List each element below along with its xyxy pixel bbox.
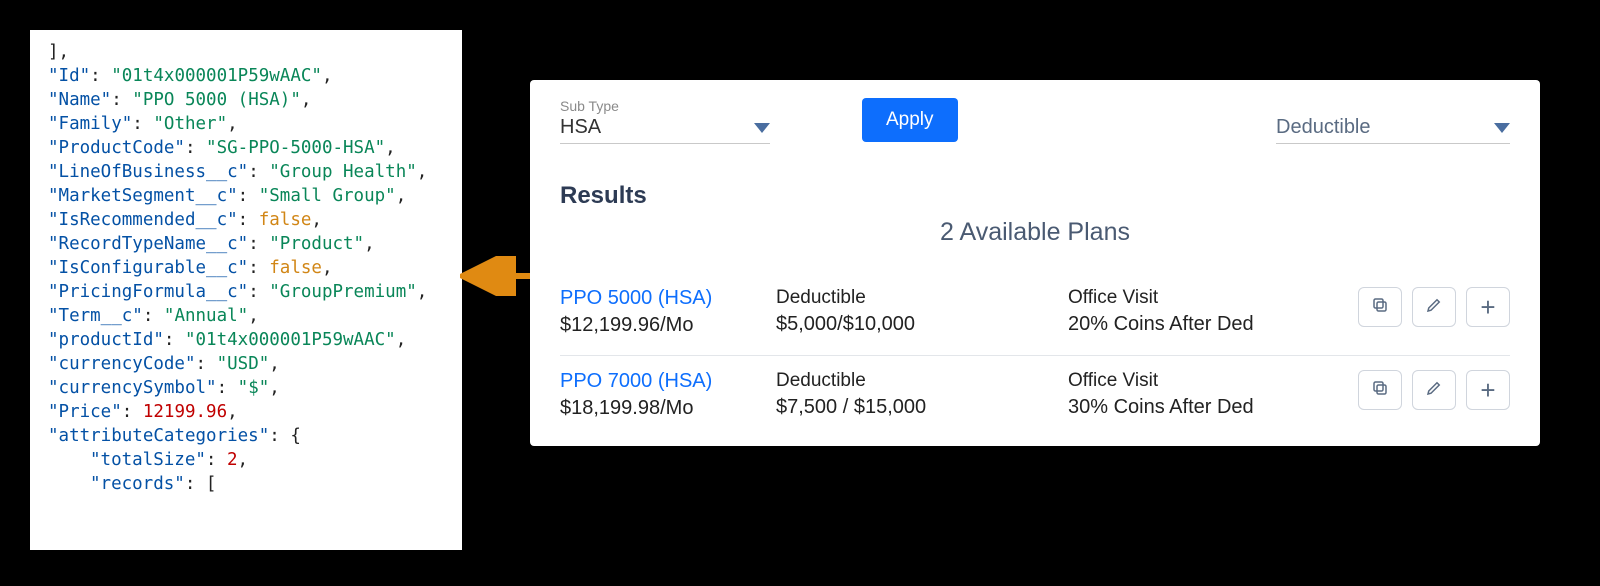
caret-down-icon — [1494, 123, 1510, 133]
caret-down-icon — [754, 123, 770, 133]
code-line: "Id": "01t4x000001P59wAAC", — [48, 64, 456, 88]
filters-row: Sub Type HSA Apply Deductible — [560, 98, 1510, 144]
office-visit-value: 20% Coins After Ded — [1068, 313, 1332, 336]
results-heading: Results — [560, 182, 1510, 210]
deductible-value: $7,500 / $15,000 — [776, 396, 1058, 419]
results-panel: Sub Type HSA Apply Deductible Results 2 … — [530, 80, 1540, 446]
deductible-label: Deductible — [776, 287, 1058, 309]
subtype-value: HSA — [560, 116, 601, 139]
code-line: "attributeCategories": { — [48, 424, 456, 448]
plan-row: PPO 7000 (HSA) $18,199.98/Mo Deductible $7,… — [560, 356, 1510, 424]
plan-row: PPO 5000 (HSA) $12,199.96/Mo Deductible $5,… — [560, 273, 1510, 356]
office-visit-value: 30% Coins After Ded — [1068, 396, 1332, 419]
office-visit-label: Office Visit — [1068, 287, 1332, 309]
sort-dropdown[interactable]: Deductible — [1276, 116, 1510, 144]
code-line: "records": [ — [48, 472, 456, 496]
plus-icon: + — [1480, 377, 1495, 403]
code-line: "MarketSegment__c": "Small Group", — [48, 184, 456, 208]
code-line: "ProductCode": "SG-PPO-5000-HSA", — [48, 136, 456, 160]
apply-button[interactable]: Apply — [862, 98, 958, 142]
code-line: "totalSize": 2, — [48, 448, 456, 472]
code-line: "LineOfBusiness__c": "Group Health", — [48, 160, 456, 184]
pencil-icon — [1425, 296, 1443, 319]
code-line: "IsConfigurable__c": false, — [48, 256, 456, 280]
plan-price: $12,199.96/Mo — [560, 314, 766, 337]
subtype-dropdown[interactable]: Sub Type HSA — [560, 98, 770, 144]
code-line: "productId": "01t4x000001P59wAAC", — [48, 328, 456, 352]
json-code-panel: ],"Id": "01t4x000001P59wAAC","Name": "PP… — [30, 30, 462, 550]
copy-icon — [1371, 296, 1389, 319]
code-line: "currencyCode": "USD", — [48, 352, 456, 376]
code-line: "Term__c": "Annual", — [48, 304, 456, 328]
plans-list: PPO 5000 (HSA) $12,199.96/Mo Deductible $5,… — [560, 273, 1510, 424]
office-visit-label: Office Visit — [1068, 370, 1332, 392]
edit-button[interactable] — [1412, 370, 1456, 410]
code-line: "Name": "PPO 5000 (HSA)", — [48, 88, 456, 112]
code-line: "PricingFormula__c": "GroupPremium", — [48, 280, 456, 304]
plan-name-link[interactable]: PPO 5000 (HSA) — [560, 287, 766, 310]
deductible-value: $5,000/$10,000 — [776, 313, 1058, 336]
copy-button[interactable] — [1358, 370, 1402, 410]
code-line: "Family": "Other", — [48, 112, 456, 136]
pencil-icon — [1425, 379, 1443, 402]
sort-value: Deductible — [1276, 116, 1371, 139]
add-button[interactable]: + — [1466, 287, 1510, 327]
plan-name-link[interactable]: PPO 7000 (HSA) — [560, 370, 766, 393]
deductible-label: Deductible — [776, 370, 1058, 392]
available-plans-heading: 2 Available Plans — [560, 218, 1510, 247]
copy-icon — [1371, 379, 1389, 402]
copy-button[interactable] — [1358, 287, 1402, 327]
edit-button[interactable] — [1412, 287, 1456, 327]
code-line: ], — [48, 40, 456, 64]
code-line: "Price": 12199.96, — [48, 400, 456, 424]
code-line: "currencySymbol": "$", — [48, 376, 456, 400]
plus-icon: + — [1480, 294, 1495, 320]
subtype-label: Sub Type — [560, 98, 770, 114]
add-button[interactable]: + — [1466, 370, 1510, 410]
code-line: "RecordTypeName__c": "Product", — [48, 232, 456, 256]
code-line: "IsRecommended__c": false, — [48, 208, 456, 232]
plan-price: $18,199.98/Mo — [560, 397, 766, 420]
